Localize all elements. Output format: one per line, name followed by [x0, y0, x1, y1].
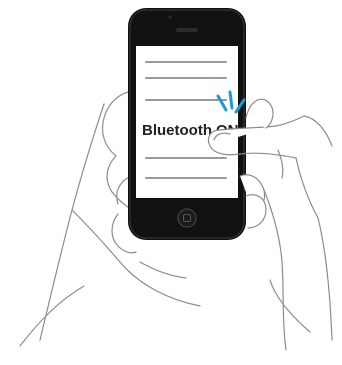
home-button-icon[interactable]	[177, 208, 197, 228]
bluetooth-on-illustration: BluetoothON	[19, 8, 333, 351]
speaker-slot-icon	[176, 28, 198, 32]
front-camera-icon	[168, 15, 172, 19]
illustration: BluetoothON	[0, 0, 342, 360]
smartphone: BluetoothON	[128, 8, 246, 240]
